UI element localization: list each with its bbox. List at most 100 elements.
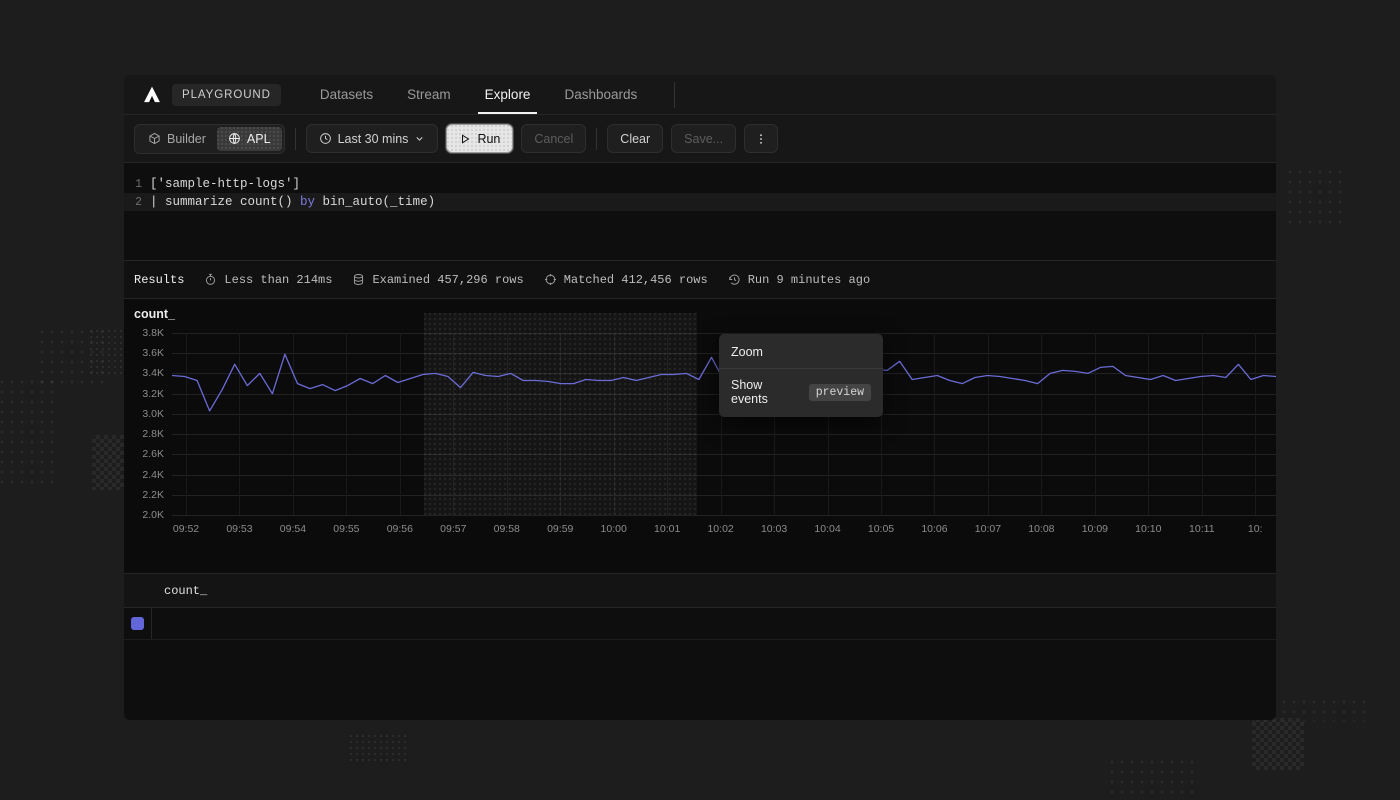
results-matched: Matched 412,456 rows (544, 273, 708, 287)
clock-icon (319, 132, 332, 145)
results-duration: Less than 214ms (204, 273, 332, 287)
editor-line-2-code: | summarize count() by bin_auto(_time) (150, 195, 435, 209)
app-window: PLAYGROUND Datasets Stream Explore Dashb… (124, 75, 1276, 720)
app-logo[interactable] (132, 75, 172, 114)
nav-tab-stream[interactable]: Stream (390, 75, 468, 114)
table-row-swatch-cell[interactable] (124, 608, 152, 639)
time-range-picker[interactable]: Last 30 mins (306, 124, 439, 153)
y-axis-tick-label: 3.6K (142, 347, 164, 359)
nav-tab-label: Dashboards (564, 87, 637, 102)
query-toolbar: Builder APL Last 30 mins (124, 115, 1276, 163)
query-mode-switch: Builder APL (134, 124, 285, 154)
top-navigation-bar: PLAYGROUND Datasets Stream Explore Dashb… (124, 75, 1276, 115)
context-menu-show-events[interactable]: Show events preview (719, 371, 883, 413)
gridline (172, 515, 1276, 516)
results-status-bar: Results Less than 214ms Examined 457,296… (124, 261, 1276, 299)
x-axis-tick-label: 10:04 (814, 523, 840, 535)
x-axis-tick-label: 09:56 (387, 523, 413, 535)
target-icon (544, 273, 557, 286)
query-editor[interactable]: 1 ['sample-http-logs'] 2 | summarize cou… (124, 163, 1276, 261)
results-matched-text: Matched 412,456 rows (564, 273, 708, 287)
y-axis-tick-label: 3.4K (142, 367, 164, 379)
decor-dots-topright (1288, 170, 1348, 230)
decor-dots-topleft (90, 330, 124, 375)
results-table: count_ (124, 574, 1276, 720)
org-badge[interactable]: PLAYGROUND (172, 84, 281, 106)
decor-dots-left (0, 380, 60, 490)
more-options-button[interactable] (744, 124, 778, 153)
y-axis-tick-label: 3.8K (142, 327, 164, 339)
x-axis-tick-label: 09:54 (280, 523, 306, 535)
nav-tab-label: Explore (485, 87, 531, 102)
clear-label: Clear (620, 132, 650, 146)
line-number: 2 (124, 196, 150, 209)
y-axis-tick-label: 2.4K (142, 469, 164, 481)
nav-divider (674, 82, 675, 108)
decor-checker-right (1252, 718, 1304, 770)
x-axis-tick-label: 10:06 (921, 523, 947, 535)
kebab-menu-icon (754, 132, 768, 146)
x-axis-tick-label: 10:11 (1189, 523, 1215, 535)
cube-icon (148, 132, 161, 145)
context-menu-zoom[interactable]: Zoom (719, 338, 883, 366)
x-axis-tick-label: 09:58 (494, 523, 520, 535)
series-color-swatch[interactable] (131, 617, 144, 630)
axiom-logo-icon (142, 85, 162, 105)
nav-tab-label: Datasets (320, 87, 373, 102)
mode-apl-button[interactable]: APL (217, 127, 282, 151)
preview-badge: preview (809, 384, 871, 401)
table-header-row: count_ (124, 574, 1276, 608)
save-label: Save... (684, 132, 723, 146)
chevron-down-icon (414, 133, 425, 144)
time-range-label: Last 30 mins (338, 132, 409, 146)
table-row[interactable] (124, 608, 1276, 640)
editor-line-1[interactable]: 1 ['sample-http-logs'] (124, 175, 1276, 193)
clear-query-button[interactable]: Clear (607, 124, 663, 153)
x-axis-tick-label: 10:01 (654, 523, 680, 535)
y-axis-tick-label: 2.8K (142, 428, 164, 440)
table-column-count[interactable]: count_ (152, 584, 207, 598)
decor-dots-bottomleft (1110, 760, 1200, 800)
x-axis-tick-label: 10:10 (1135, 523, 1161, 535)
results-ran-at: Run 9 minutes ago (728, 273, 870, 287)
x-axis-tick-label: 09:55 (333, 523, 359, 535)
history-icon (728, 273, 741, 286)
context-menu-zoom-label: Zoom (731, 345, 763, 359)
x-axis-tick-label: 10:08 (1028, 523, 1054, 535)
x-axis-tick-label: 09:57 (440, 523, 466, 535)
editor-line-2[interactable]: 2 | summarize count() by bin_auto(_time) (124, 193, 1276, 211)
cancel-query-button[interactable]: Cancel (521, 124, 586, 153)
decor-dots-bottom (350, 735, 410, 765)
cancel-label: Cancel (534, 132, 573, 146)
run-query-button[interactable]: Run (446, 124, 513, 153)
code-keyword-by: by (300, 195, 315, 209)
toolbar-divider-2 (596, 128, 597, 150)
x-axis-tick-label: 09:53 (226, 523, 252, 535)
x-axis-tick-label: 10:00 (601, 523, 627, 535)
mode-builder-label: Builder (167, 132, 206, 146)
nav-tab-dashboards[interactable]: Dashboards (547, 75, 654, 114)
nav-tab-explore[interactable]: Explore (468, 75, 548, 114)
run-label: Run (477, 132, 500, 146)
context-menu-show-events-label: Show events (731, 378, 799, 406)
results-ran-text: Run 9 minutes ago (748, 273, 870, 287)
mode-builder-button[interactable]: Builder (137, 127, 217, 151)
line-number: 1 (124, 178, 150, 191)
mode-apl-label: APL (247, 132, 271, 146)
editor-line-1-code: ['sample-http-logs'] (150, 177, 300, 191)
table-cell-count (152, 608, 1276, 639)
x-axis-tick-label: 10: (1248, 523, 1263, 535)
x-axis-tick-label: 10:03 (761, 523, 787, 535)
nav-tab-datasets[interactable]: Datasets (303, 75, 390, 114)
nav-tab-list: Datasets Stream Explore Dashboards (303, 75, 654, 114)
code-segment-pre: | summarize count() (150, 195, 300, 209)
results-examined-text: Examined 457,296 rows (372, 273, 523, 287)
chart-context-menu: Zoom Show events preview (719, 334, 883, 417)
x-axis-tick-label: 10:07 (975, 523, 1001, 535)
nav-tab-label: Stream (407, 87, 451, 102)
chart-panel: count_ 3.8K3.6K3.4K3.2K3.0K2.8K2.6K2.4K2… (124, 299, 1276, 574)
save-query-button[interactable]: Save... (671, 124, 736, 153)
code-segment-post: bin_auto(_time) (315, 195, 435, 209)
decor-checker-left (92, 435, 124, 490)
y-axis-tick-label: 2.0K (142, 509, 164, 521)
